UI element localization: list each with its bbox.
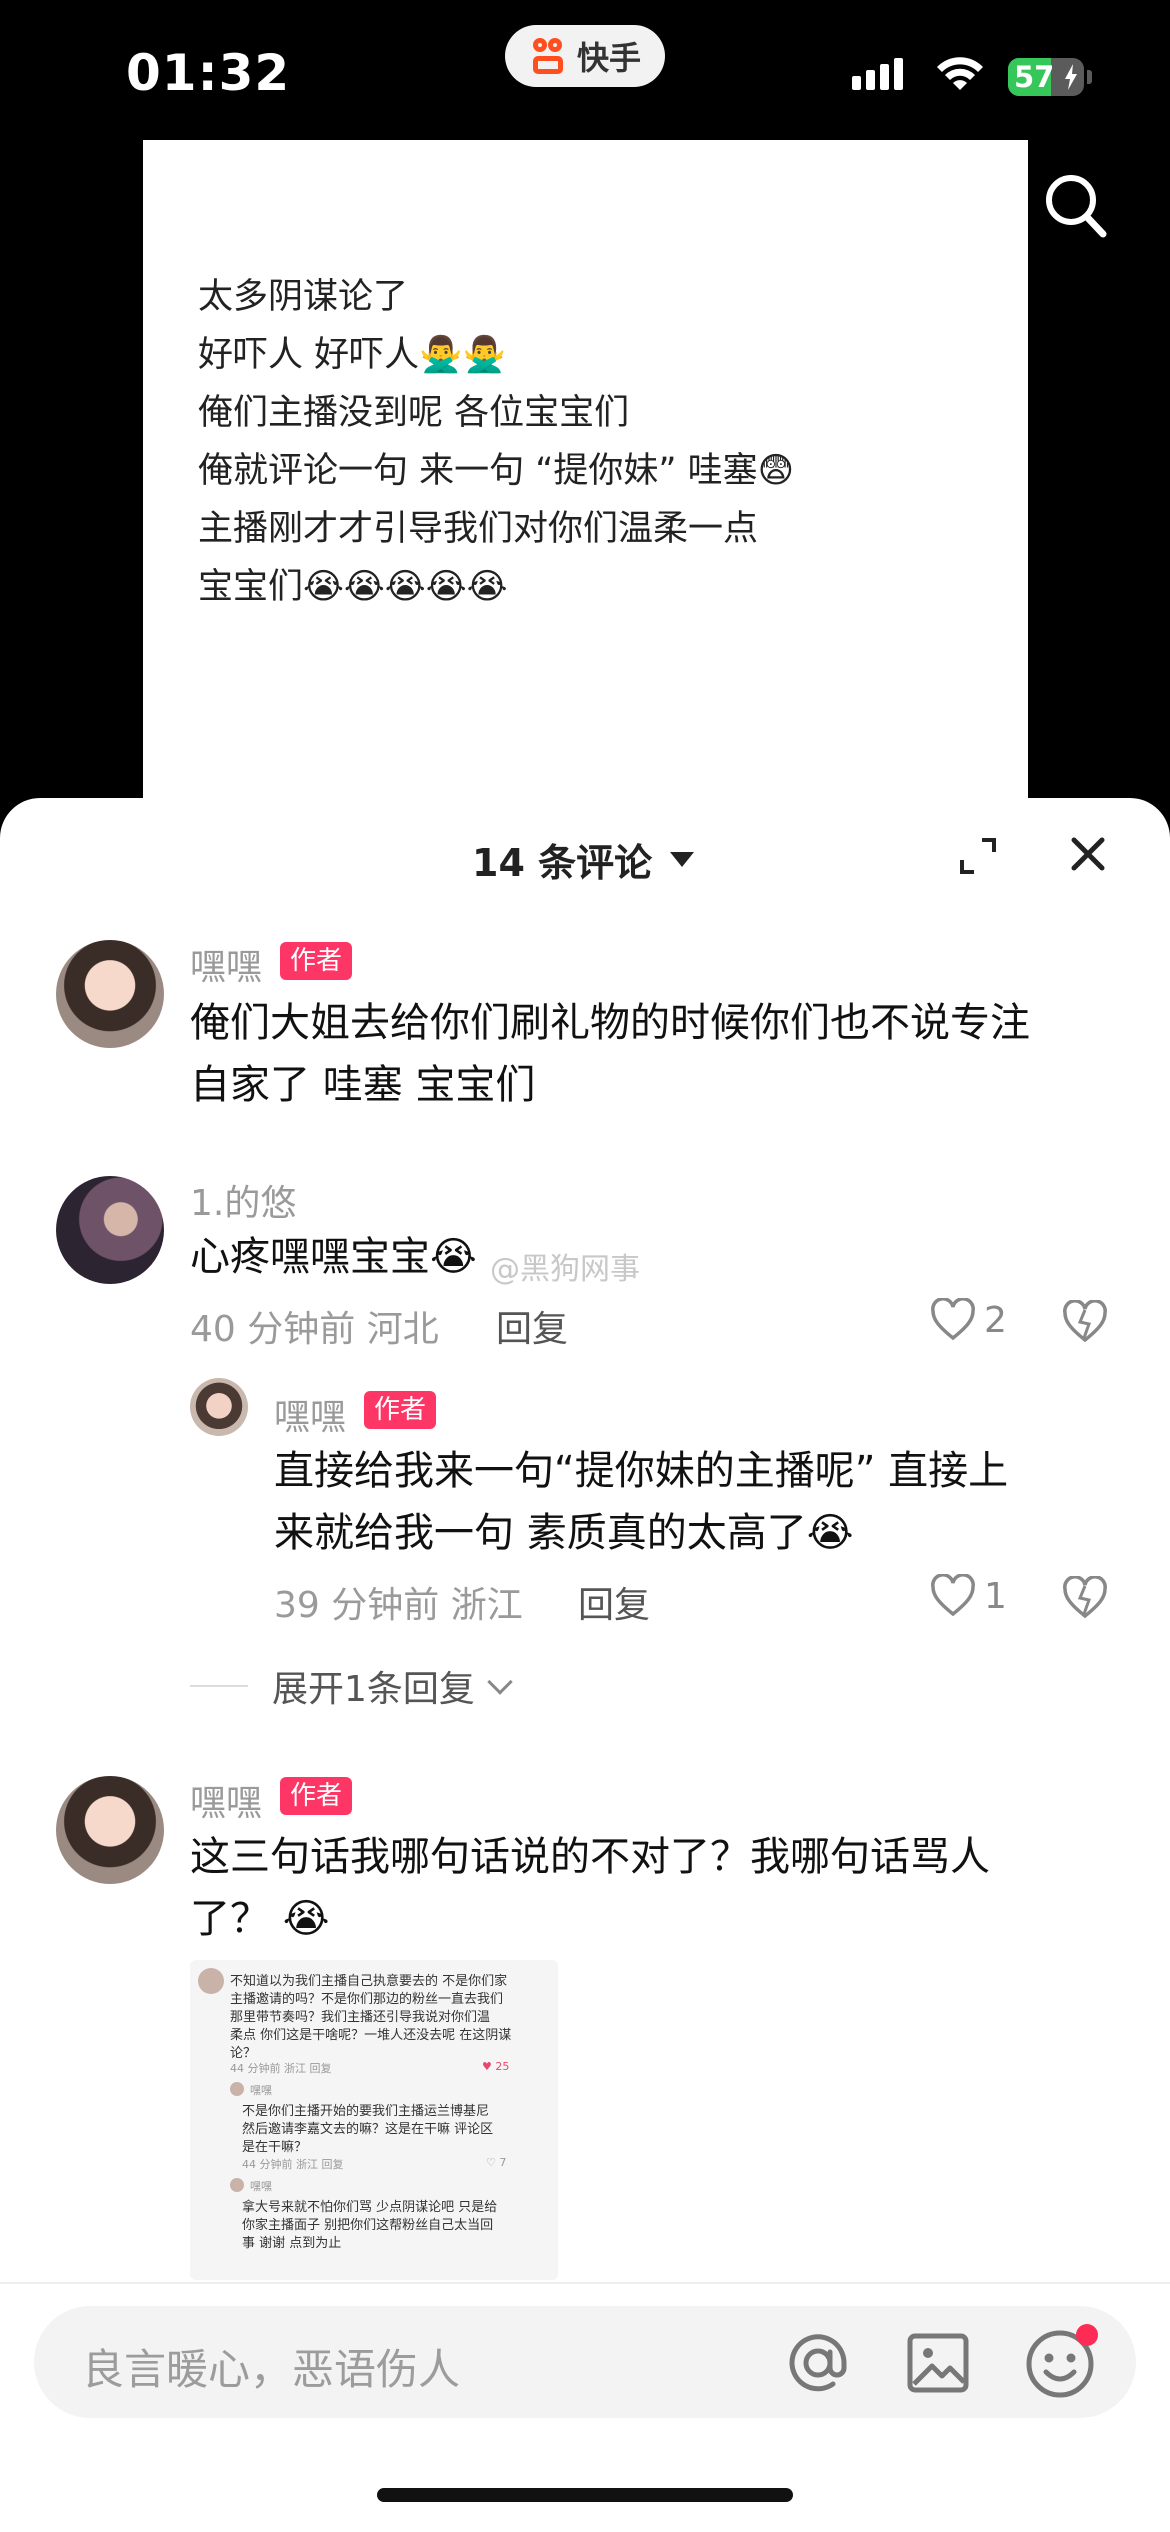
notification-dot bbox=[1076, 2324, 1098, 2346]
dislike-icon[interactable] bbox=[1062, 1300, 1108, 1344]
cellular-signal-icon bbox=[852, 58, 903, 90]
comment-image[interactable]: 不知道以为我们主播自己执意要去的 不是你们家 主播邀请的吗？不是你们那边的粉丝一… bbox=[190, 1960, 558, 2280]
comment-sheet bbox=[0, 798, 1170, 2532]
comment-time-location: 40 分钟前 河北 bbox=[190, 1309, 439, 1350]
video-caption: 太多阴谋论了 好吓人 好吓人🙅‍♂️🙅‍♂️ 俺们主播没到呢 各位宝宝们 俺就评… bbox=[198, 268, 794, 616]
thumb-like-count: 7 bbox=[499, 2156, 507, 2169]
video-line: 好吓人 好吓人🙅‍♂️🙅‍♂️ bbox=[198, 335, 507, 375]
dislike-icon[interactable] bbox=[1062, 1576, 1108, 1620]
thumb-text: 事 谢谢 点到为止 bbox=[242, 2236, 342, 2251]
thumb-like-count: 25 bbox=[495, 2060, 510, 2073]
comment-text: 直接给我来一句“提你妹的主播呢” 直接上 bbox=[274, 1448, 1009, 1494]
thumb-text: 论？ bbox=[230, 2046, 257, 2061]
thumb-text: 那里带节奏吗？我们主播还引导我说对你们温 bbox=[230, 2010, 491, 2025]
comment-count-label: 14 条评论 bbox=[472, 841, 653, 885]
avatar[interactable] bbox=[190, 1378, 248, 1436]
author-badge: 作者 bbox=[280, 1777, 353, 1815]
reply-button[interactable]: 回复 bbox=[496, 1300, 568, 1352]
like-count: 2 bbox=[984, 1299, 1007, 1341]
video-line: 主播刚才才引导我们对你们温柔一点 bbox=[198, 509, 759, 549]
battery-percent: 57 bbox=[1014, 60, 1055, 94]
watermark: @黑狗网事 bbox=[490, 1252, 640, 1287]
status-time: 01:32 bbox=[126, 44, 291, 102]
thumb-text: 不是你们主播开始的要我们主播运兰博基尼 bbox=[242, 2104, 490, 2119]
comment-text: 自家了 哇塞 宝宝们 bbox=[190, 1062, 536, 1108]
screen: 01:32 快手 57 太多阴谋论了 好吓人 好吓人🙅‍♂️🙅‍♂️ 俺们主播没… bbox=[0, 0, 1170, 2532]
caret-down-icon bbox=[670, 852, 695, 867]
thumb-meta: 44 分钟前 浙江 回复 bbox=[242, 2158, 344, 2171]
video-line: 太多阴谋论了 bbox=[198, 277, 409, 317]
video-line: 宝宝们😭😭😭😭😭 bbox=[198, 567, 508, 607]
thumb-text: 主播邀请的吗？不是你们那边的粉丝一直去我们 bbox=[230, 1992, 504, 2007]
thumb-text: 是在干嘛？ bbox=[242, 2140, 308, 2155]
heart-icon bbox=[931, 1574, 975, 1617]
expand-replies-button[interactable]: 展开1条回复 bbox=[190, 1660, 513, 1712]
thumb-username: 嘿嘿 bbox=[250, 2180, 272, 2193]
thumb-text: 然后邀请李嘉文去的嘛？这是在干嘛 评论区 bbox=[242, 2122, 494, 2137]
reply-button[interactable]: 回复 bbox=[578, 1576, 650, 1628]
comment-input-placeholder[interactable]: 良言暖心，恶语伤人 bbox=[82, 2336, 460, 2397]
thumb-text: 你家主播面子 别把你们这帮粉丝自己太当回 bbox=[242, 2218, 494, 2233]
expand-replies-label: 展开1条回复 bbox=[272, 1669, 475, 1710]
app-pill[interactable]: 快手 bbox=[505, 25, 665, 87]
author-badge: 作者 bbox=[364, 1391, 437, 1429]
home-indicator[interactable] bbox=[377, 2488, 793, 2502]
app-name: 快手 bbox=[576, 39, 641, 77]
thumb-like: ♥ 25 bbox=[482, 2060, 510, 2073]
comment-text: 了？ 😭 bbox=[190, 1896, 330, 1942]
comment-username[interactable]: 1.的悠 bbox=[190, 1174, 296, 1226]
divider bbox=[190, 1685, 248, 1687]
thumb-like: ♡ 7 bbox=[486, 2156, 507, 2169]
like-count: 1 bbox=[984, 1575, 1007, 1617]
battery-cap bbox=[1087, 70, 1092, 84]
kuaishou-logo-icon bbox=[529, 36, 569, 76]
mention-icon[interactable] bbox=[783, 2328, 853, 2398]
thumb-text: 拿大号来就不怕你们骂 少点阴谋论吧 只是给 bbox=[242, 2200, 498, 2215]
comment-username[interactable]: 嘿嘿 bbox=[274, 1388, 346, 1440]
comment-count-selector[interactable]: 14 条评论 bbox=[472, 832, 695, 887]
avatar bbox=[230, 2082, 244, 2096]
close-icon[interactable] bbox=[1068, 834, 1108, 874]
comment-username[interactable]: 嘿嘿 bbox=[190, 1774, 262, 1826]
expand-icon[interactable] bbox=[958, 836, 998, 876]
avatar[interactable] bbox=[56, 1776, 164, 1884]
video-line: 俺们主播没到呢 各位宝宝们 bbox=[198, 393, 630, 433]
image-icon[interactable] bbox=[906, 2332, 970, 2394]
avatar bbox=[198, 1968, 224, 1994]
thumb-meta: 44 分钟前 浙江 回复 bbox=[230, 2062, 332, 2075]
comment-text: 心疼嘿嘿宝宝😭 bbox=[190, 1234, 477, 1280]
like-button[interactable]: 1 bbox=[930, 1574, 1007, 1618]
comment-text: 这三句话我哪句话说的不对了？我哪句话骂人 bbox=[190, 1834, 990, 1880]
search-icon[interactable] bbox=[1041, 170, 1109, 242]
chevron-down-icon bbox=[487, 1669, 513, 1695]
wifi-icon bbox=[937, 57, 983, 90]
avatar[interactable] bbox=[56, 1176, 164, 1284]
comment-text: 来就给我一句 素质真的太高了😭 bbox=[274, 1510, 854, 1556]
battery-icon: 57 bbox=[1008, 58, 1084, 96]
avatar bbox=[230, 2178, 244, 2192]
thumb-username: 嘿嘿 bbox=[250, 2084, 272, 2097]
comment-time-location: 39 分钟前 浙江 bbox=[274, 1585, 523, 1626]
heart-icon bbox=[931, 1298, 975, 1341]
author-badge: 作者 bbox=[280, 942, 353, 980]
like-button[interactable]: 2 bbox=[930, 1298, 1007, 1342]
thumb-text: 不知道以为我们主播自己执意要去的 不是你们家 bbox=[230, 1974, 508, 1989]
divider bbox=[0, 2282, 1170, 2284]
video-line: 俺就评论一句 来一句 “提你妹” 哇塞😨 bbox=[198, 451, 795, 491]
thumb-text: 柔点 你们这是干啥呢？一堆人还没去呢 在这阴谋 bbox=[230, 2028, 512, 2043]
comment-username[interactable]: 嘿嘿 bbox=[190, 938, 262, 990]
avatar[interactable] bbox=[56, 940, 164, 1048]
comment-text: 俺们大姐去给你们刷礼物的时候你们也不说专注 bbox=[190, 1000, 1030, 1046]
